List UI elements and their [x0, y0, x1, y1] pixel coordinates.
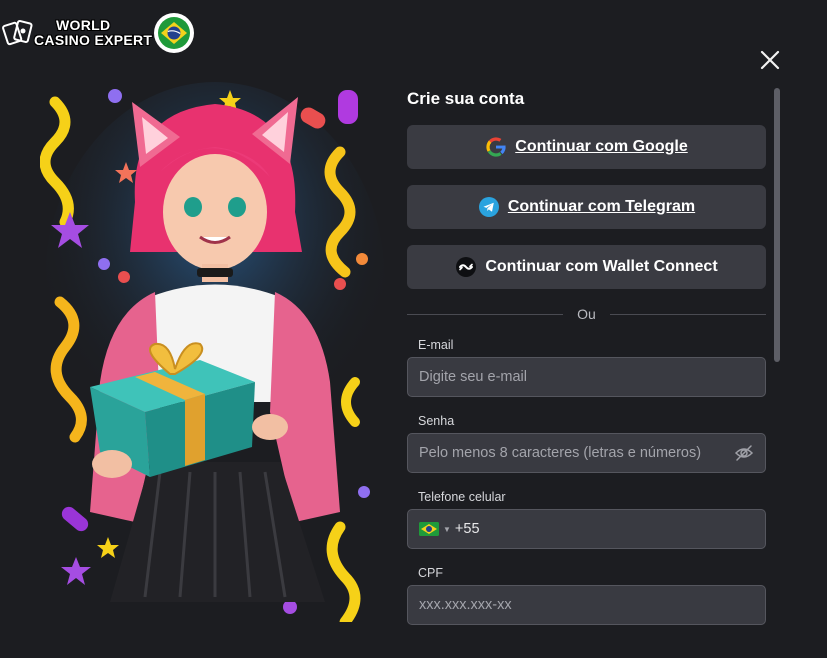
wallet-connect-label: Continuar com Wallet Connect — [485, 258, 718, 275]
phone-field[interactable] — [485, 521, 754, 537]
telegram-signin-label: Continuar com Telegram — [507, 198, 696, 215]
or-divider: Ou — [407, 304, 766, 324]
wallet-connect-icon — [456, 257, 477, 277]
cpf-label: CPF — [418, 566, 443, 580]
cpf-field[interactable] — [419, 597, 754, 613]
scrollbar-thumb[interactable] — [774, 88, 780, 362]
email-label: E-mail — [418, 338, 454, 352]
brazil-flag-icon — [154, 13, 195, 53]
signup-panel: Crie sua conta Continuar com Google Cont… — [407, 88, 767, 625]
eye-off-icon[interactable] — [734, 443, 754, 463]
telegram-icon — [478, 197, 499, 217]
country-code-select[interactable]: ▼ +55 — [419, 521, 480, 537]
password-field[interactable] — [419, 445, 734, 461]
brazil-flag-icon — [419, 522, 439, 536]
google-signin-button[interactable]: Continuar com Google — [407, 125, 766, 169]
cards-icon — [2, 19, 33, 46]
google-icon — [486, 137, 506, 157]
email-field-wrapper — [407, 357, 766, 397]
wallet-connect-button[interactable]: Continuar com Wallet Connect — [407, 245, 766, 289]
chevron-down-icon: ▼ — [443, 524, 451, 534]
google-signin-label: Continuar com Google — [515, 138, 688, 155]
divider-text: Ou — [577, 306, 596, 322]
country-code-value: +55 — [454, 521, 480, 537]
password-label: Senha — [418, 414, 455, 428]
logo[interactable]: WORLD CASINO EXPERT — [0, 10, 195, 56]
cpf-field-wrapper — [407, 585, 766, 625]
phone-field-wrapper: ▼ +55 — [407, 509, 766, 549]
close-icon — [760, 50, 780, 70]
logo-line-2: CASINO EXPERT — [34, 32, 153, 48]
divider-line-left — [407, 313, 564, 315]
page-title: Crie sua conta — [407, 89, 525, 108]
password-field-wrapper — [407, 433, 766, 473]
divider-line-right — [609, 313, 766, 315]
phone-label: Telefone celular — [418, 490, 506, 504]
logo-line-1: WORLD — [56, 17, 111, 33]
logo-text: WORLD CASINO EXPERT — [34, 17, 153, 48]
promo-illustration — [40, 82, 385, 622]
email-field[interactable] — [419, 369, 754, 385]
telegram-signin-button[interactable]: Continuar com Telegram — [407, 185, 766, 229]
close-button[interactable] — [758, 48, 782, 72]
